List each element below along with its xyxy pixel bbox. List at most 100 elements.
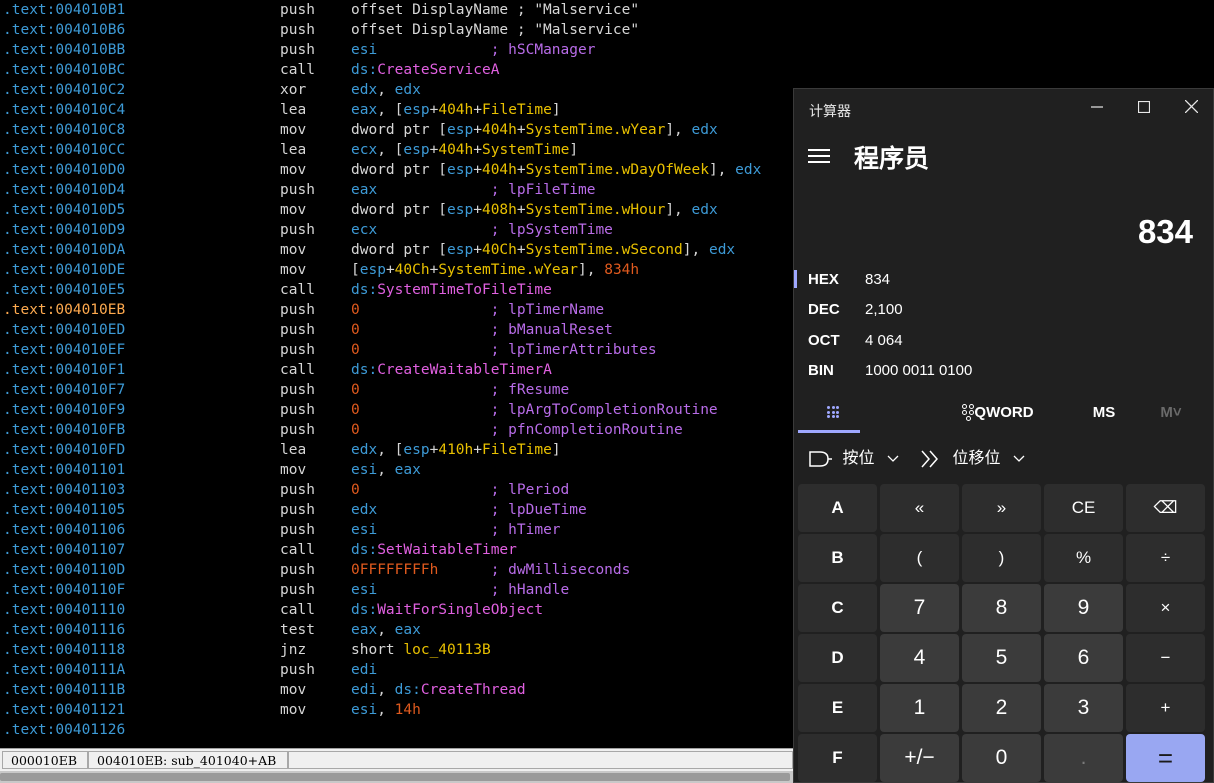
line-operands[interactable]: dword ptr [esp+40Ch+SystemTime.wSecond],… [351,240,735,260]
line-address[interactable]: .text:004010D9 [3,220,125,240]
disasm-line[interactable]: .text:00401110 call ds:WaitForSingleObject [0,600,793,620]
key-1[interactable]: 1 [880,684,959,732]
line-mnemonic[interactable]: mov [280,160,306,180]
line-operands[interactable]: edx ; lpDueTime [351,500,587,520]
line-operands[interactable]: edx, [esp+410h+FileTime] [351,440,561,460]
key-subtract[interactable]: − [1126,634,1205,682]
line-operands[interactable]: esi, eax [351,460,421,480]
line-address[interactable]: .text:004010FB [3,420,125,440]
disasm-line[interactable]: .text:004010D4 push eax ; lpFileTime [0,180,793,200]
line-address[interactable]: .text:004010D5 [3,200,125,220]
line-address[interactable]: .text:004010E5 [3,280,125,300]
line-address[interactable]: .text:004010B1 [3,0,125,20]
memory-store-button[interactable]: MS [1074,394,1134,432]
disasm-line[interactable]: .text:004010E5 call ds:SystemTimeToFileTim… [0,280,793,300]
base-row-hex[interactable]: HEX 834 [794,265,1213,295]
key-shift-right[interactable]: » [962,484,1041,532]
key-e[interactable]: E [798,684,877,732]
line-operands[interactable]: ecx ; lpSystemTime [351,220,613,240]
line-operands[interactable]: esi, 14h [351,700,421,720]
line-operands[interactable]: [esp+40Ch+SystemTime.wYear], 834h [351,260,639,280]
key-negate[interactable]: +/− [880,734,959,782]
disasm-line[interactable]: .text:00401107 call ds:SetWaitableTimer [0,540,793,560]
disasm-line[interactable]: .text:00401118 jnz short loc_40113B [0,640,793,660]
line-mnemonic[interactable]: call [280,60,315,80]
line-operands[interactable]: edi, ds:CreateThread [351,680,526,700]
tab-bit-toggle[interactable] [866,394,974,432]
key-7[interactable]: 7 [880,584,959,632]
line-operands[interactable]: offset DisplayName ; "Malservice" [351,0,639,20]
disasm-line[interactable]: .text:004010D0 mov dword ptr [esp+404h+Sys… [0,160,793,180]
line-operands[interactable]: 0 ; lPeriod [351,480,569,500]
key-6[interactable]: 6 [1044,634,1123,682]
line-mnemonic[interactable]: mov [280,700,306,720]
line-address[interactable]: .text:004010C4 [3,100,125,120]
line-mnemonic[interactable]: mov [280,240,306,260]
line-operands[interactable]: esi ; hHandle [351,580,569,600]
line-address[interactable]: .text:004010D4 [3,180,125,200]
line-operands[interactable]: ds:SystemTimeToFileTime [351,280,552,300]
line-address[interactable]: .text:004010ED [3,320,125,340]
bitshift-dropdown[interactable]: 位移位 [920,441,1025,477]
disasm-line[interactable]: .text:004010F1 call ds:CreateWaitableTimer… [0,360,793,380]
line-address[interactable]: .text:0040111B [3,680,125,700]
line-address[interactable]: .text:00401118 [3,640,125,660]
line-address[interactable]: .text:00401101 [3,460,125,480]
line-address[interactable]: .text:004010EB [3,300,125,320]
key-shift-left[interactable]: « [880,484,959,532]
line-mnemonic[interactable]: push [280,420,315,440]
disasm-line[interactable]: .text:00401105 push edx ; lpDueTime [0,500,793,520]
key-add[interactable]: + [1126,684,1205,732]
disasm-line[interactable]: .text:004010FB push 0 ; pfnCompletionRouti… [0,420,793,440]
line-mnemonic[interactable]: push [280,340,315,360]
disasm-line[interactable]: .text:004010ED push 0 ; bManualReset [0,320,793,340]
line-mnemonic[interactable]: mov [280,260,306,280]
line-operands[interactable]: dword ptr [esp+408h+SystemTime.wHour], e… [351,200,718,220]
key-decimal[interactable]: . [1044,734,1123,782]
key-f[interactable]: F [798,734,877,782]
line-mnemonic[interactable]: push [280,320,315,340]
line-mnemonic[interactable]: test [280,620,315,640]
line-address[interactable]: .text:004010B6 [3,20,125,40]
key-open-paren[interactable]: ( [880,534,959,582]
line-address[interactable]: .text:0040110D [3,560,125,580]
line-address[interactable]: .text:004010F1 [3,360,125,380]
tab-full-keypad[interactable] [798,394,864,432]
line-mnemonic[interactable]: mov [280,680,306,700]
disasm-line[interactable]: .text:004010B1 push offset DisplayName ; "… [0,0,793,20]
line-mnemonic[interactable]: push [280,180,315,200]
disasm-line[interactable]: .text:004010EF push 0 ; lpTimerAttributes [0,340,793,360]
minimize-button[interactable] [1074,89,1120,129]
line-mnemonic[interactable]: mov [280,200,306,220]
line-operands[interactable]: 0 ; pfnCompletionRoutine [351,420,683,440]
key-d[interactable]: D [798,634,877,682]
key-0[interactable]: 0 [962,734,1041,782]
line-operands[interactable]: 0 ; lpTimerAttributes [351,340,657,360]
line-mnemonic[interactable]: call [280,600,315,620]
disasm-line[interactable]: .text:004010BC call ds:CreateServiceA [0,60,793,80]
line-address[interactable]: .text:0040110F [3,580,125,600]
line-operands[interactable]: offset DisplayName ; "Malservice" [351,20,639,40]
line-operands[interactable]: ds:WaitForSingleObject [351,600,543,620]
line-mnemonic[interactable]: lea [280,140,306,160]
key-equals[interactable]: = [1126,734,1205,782]
line-mnemonic[interactable]: push [280,40,315,60]
line-mnemonic[interactable]: push [280,480,315,500]
line-operands[interactable]: short loc_40113B [351,640,491,660]
disasm-line[interactable]: .text:004010C2 xor edx, edx [0,80,793,100]
line-mnemonic[interactable]: jnz [280,640,306,660]
base-row-bin[interactable]: BIN 1000 0011 0100 [794,356,1213,386]
disasm-line[interactable]: .text:00401116 test eax, eax [0,620,793,640]
disasm-line[interactable]: .text:004010D5 mov dword ptr [esp+408h+Sys… [0,200,793,220]
line-operands[interactable]: eax, [esp+404h+FileTime] [351,100,561,120]
key-percent[interactable]: % [1044,534,1123,582]
disasm-line[interactable]: .text:004010C4 lea eax, [esp+404h+FileTime… [0,100,793,120]
line-address[interactable]: .text:00401116 [3,620,125,640]
key-2[interactable]: 2 [962,684,1041,732]
disasm-line[interactable]: .text:004010CC lea ecx, [esp+404h+SystemTi… [0,140,793,160]
line-address[interactable]: .text:004010BB [3,40,125,60]
line-mnemonic[interactable]: push [280,500,315,520]
key-divide[interactable]: ÷ [1126,534,1205,582]
line-mnemonic[interactable]: push [280,560,315,580]
line-address[interactable]: .text:004010DA [3,240,125,260]
